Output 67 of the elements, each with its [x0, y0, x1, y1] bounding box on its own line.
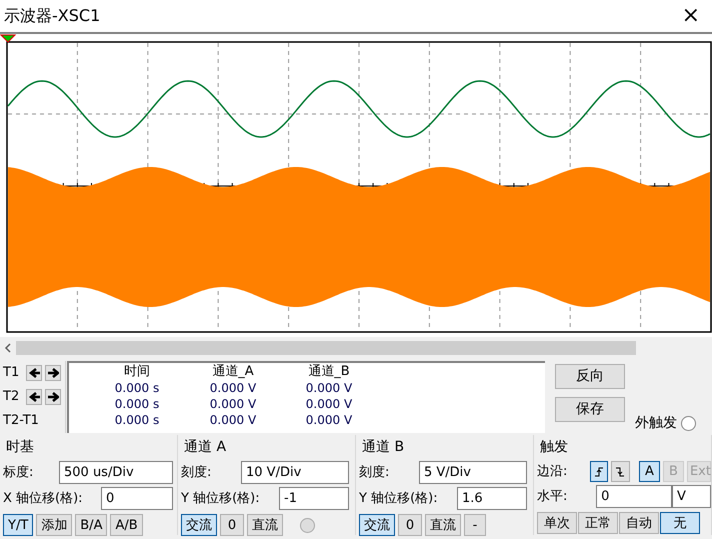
scrollbar-thumb[interactable] [16, 341, 636, 355]
cursor-arrow-button[interactable] [26, 365, 42, 381]
readout-value: 0.000 s [114, 380, 160, 396]
field-label: Y 轴位移(格): [359, 490, 439, 508]
mode-button[interactable]: 0 [398, 514, 422, 536]
radio-button[interactable] [681, 416, 696, 431]
action-button[interactable]: 保存 [555, 397, 625, 422]
cursor-arrow-button[interactable] [26, 389, 42, 405]
field-label: 边沿: [537, 462, 568, 481]
action-button[interactable]: 反向 [555, 364, 625, 389]
cursor-label: T2 [3, 388, 20, 406]
mode-button[interactable]: 添加 [36, 514, 72, 536]
cursor-label: T2-T1 [3, 412, 39, 430]
mode-button[interactable]: 交流 [181, 514, 217, 536]
radio-button[interactable] [300, 518, 315, 532]
cursor-label: T1 [3, 364, 20, 382]
column-header: 通道_A [211, 364, 255, 380]
readout-value: 0.000 V [304, 412, 354, 428]
scroll-left-icon[interactable] [4, 343, 12, 353]
source-button[interactable]: A [638, 461, 660, 482]
mode-button[interactable]: 0 [220, 514, 244, 536]
mode-button[interactable]: 无 [660, 512, 700, 534]
column-header: 时间 [123, 364, 151, 380]
group-title: 通道 B [361, 438, 406, 457]
group-title: 时基 [5, 438, 35, 457]
readout-value: 0.000 s [114, 412, 160, 428]
value-field[interactable]: 5 V/Div [419, 461, 527, 484]
trigger-marker-icon [0, 34, 16, 43]
value-field[interactable]: 1.6 [457, 487, 527, 510]
value-field[interactable]: 0 [101, 487, 173, 510]
readout-value: 0.000 V [304, 396, 354, 412]
group-title: 通道 A [183, 438, 228, 457]
value-field[interactable]: 0 [596, 485, 672, 508]
window-title: 示波器-XSC1 [4, 5, 100, 27]
value-field[interactable]: -1 [279, 487, 349, 510]
value-field[interactable]: 500 us/Div [59, 461, 173, 484]
mode-button[interactable]: 自动 [619, 512, 659, 534]
mode-button[interactable]: - [464, 514, 486, 536]
readout-value: 0.000 V [208, 412, 258, 428]
mode-button[interactable]: 交流 [359, 514, 395, 536]
rising-edge-icon[interactable] [590, 461, 608, 482]
field-label: 标度: [3, 464, 34, 482]
mode-button[interactable]: 单次 [537, 512, 577, 534]
falling-edge-icon[interactable] [611, 461, 630, 482]
readout-value: 0.000 V [208, 396, 258, 412]
field-label: 刻度: [181, 464, 212, 482]
mode-button[interactable]: A/B [110, 514, 143, 536]
mode-button[interactable]: 正常 [578, 512, 618, 534]
cursor-arrow-button[interactable] [45, 389, 61, 405]
value-field[interactable]: V [672, 485, 711, 508]
group-title: 触发 [539, 438, 569, 457]
mode-button[interactable]: 直流 [247, 514, 283, 536]
column-header: 通道_B [307, 364, 351, 380]
field-label: 刻度: [359, 464, 390, 482]
readout-value: 0.000 s [114, 396, 160, 412]
cursor-arrow-button[interactable] [45, 365, 61, 381]
mode-button[interactable]: B/A [75, 514, 108, 536]
close-button[interactable]: × [682, 5, 700, 27]
external-trigger-label: 外触发 [635, 414, 677, 433]
value-field[interactable]: 10 V/Div [241, 461, 349, 484]
field-label: 水平: [537, 488, 568, 506]
readout-value: 0.000 V [304, 380, 354, 396]
field-label: X 轴位移(格): [3, 490, 84, 508]
readout-value: 0.000 V [208, 380, 258, 396]
mode-button[interactable]: Y/T [3, 514, 34, 536]
mode-button[interactable]: 直流 [425, 514, 461, 536]
field-label: Y 轴位移(格): [181, 490, 261, 508]
